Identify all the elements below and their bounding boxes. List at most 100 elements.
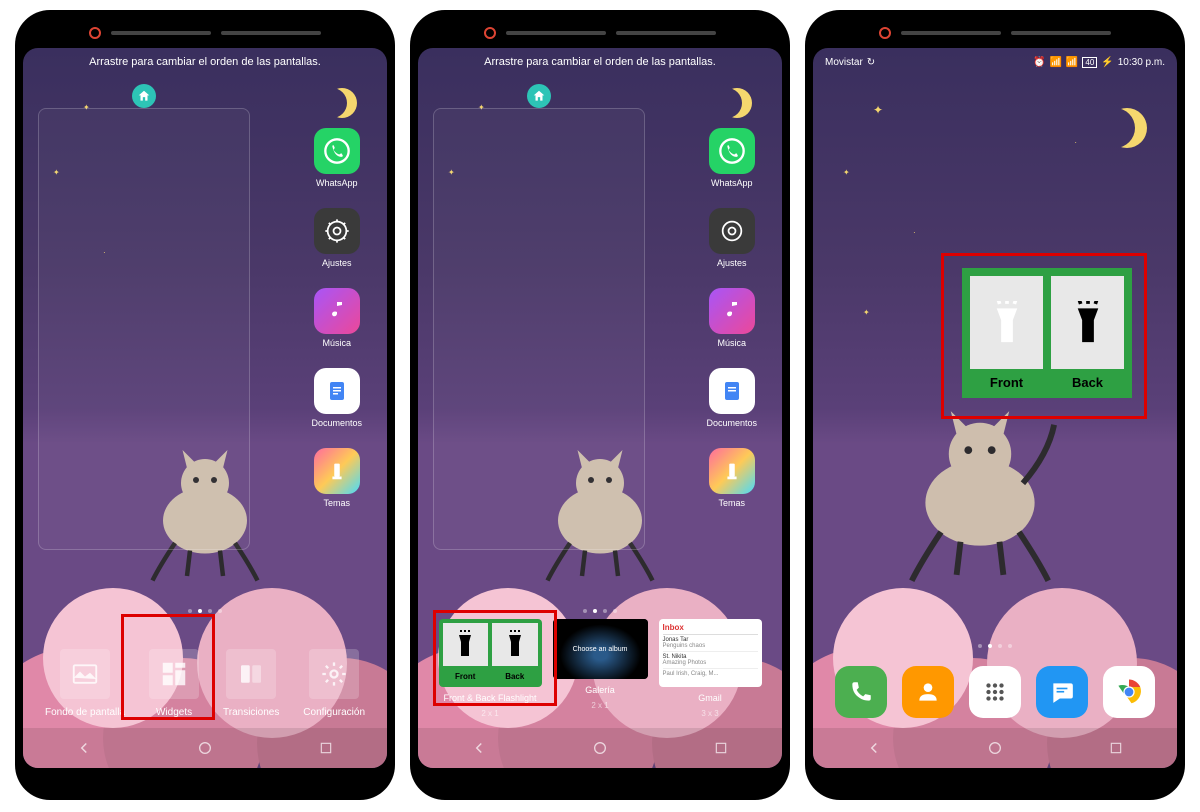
app-temas[interactable]: Temas <box>706 448 757 508</box>
flashlight-preview: Front Back <box>439 619 542 687</box>
chrome-app[interactable] <box>1103 666 1155 718</box>
app-label: Ajustes <box>717 258 747 268</box>
messages-app[interactable] <box>1036 666 1088 718</box>
alarm-icon: ⏰ <box>1033 57 1045 68</box>
nav-back-button[interactable] <box>864 738 884 758</box>
app-label: Documentos <box>706 418 757 428</box>
widget-picker: Front Back Front & Back Flashlight 2 x 1… <box>418 619 782 718</box>
nav-back-button[interactable] <box>74 738 94 758</box>
widget-gmail[interactable]: Inbox Jonas TarPenguins chaos St. Nikita… <box>659 619 762 718</box>
speaker-icon <box>1011 31 1111 35</box>
option-label: Widgets <box>156 707 192 718</box>
fl-front-label: Front <box>443 670 489 683</box>
widget-size: 2 x 1 <box>591 701 608 710</box>
phone-top <box>418 18 782 48</box>
battery-label: 40 <box>1082 57 1097 68</box>
nav-recent-button[interactable] <box>711 738 731 758</box>
status-bar: Movistar ↻ ⏰ 📶 📶 40 ⚡ 10:30 p.m. <box>813 48 1177 76</box>
app-label: Ajustes <box>322 258 352 268</box>
charging-icon: ⚡ <box>1101 57 1113 68</box>
music-icon <box>709 288 755 334</box>
app-label: Temas <box>323 498 350 508</box>
front-label: Front <box>970 375 1043 390</box>
screen-3: ✦ ✦ · · ✦ Movistar ↻ ⏰ 📶 � <box>813 48 1177 768</box>
app-musica[interactable]: Música <box>706 288 757 348</box>
app-label: WhatsApp <box>316 178 358 188</box>
app-musica[interactable]: Música <box>311 288 362 348</box>
app-whatsapp[interactable]: WhatsApp <box>706 128 757 188</box>
inbox-label: Inbox <box>663 623 758 632</box>
home-screen-preview[interactable] <box>433 108 645 550</box>
wifi-icon: 📶 <box>1049 57 1061 68</box>
camera-icon <box>89 27 101 39</box>
nav-home-button[interactable] <box>985 738 1005 758</box>
dock <box>813 666 1177 718</box>
back-flash-button[interactable] <box>1051 276 1124 369</box>
option-wallpaper[interactable]: Fondo de pantalla <box>45 649 125 718</box>
option-label: Transiciones <box>223 707 279 718</box>
content-overlay: Arrastre para cambiar el orden de las pa… <box>418 48 782 768</box>
app-drawer-button[interactable] <box>969 666 1021 718</box>
config-icon <box>309 649 359 699</box>
app-label: Música <box>717 338 746 348</box>
app-column: WhatsApp Ajustes Música Documentos Temas <box>706 128 757 508</box>
wallpaper-icon <box>60 649 110 699</box>
option-label: Configuración <box>303 707 365 718</box>
widget-name: Front & Back Flashlight <box>443 693 536 703</box>
nav-bar <box>23 728 387 768</box>
option-label: Fondo de pantalla <box>45 707 125 718</box>
gallery-text: Choose an album <box>573 646 628 653</box>
widget-name: Gmail <box>698 693 722 703</box>
nav-home-button[interactable] <box>195 738 215 758</box>
nav-recent-button[interactable] <box>316 738 336 758</box>
themes-icon <box>709 448 755 494</box>
app-documentos[interactable]: Documentos <box>706 368 757 428</box>
screen-2: ✦ ✦ Arrastre para cambiar el orden de la… <box>418 48 782 768</box>
camera-icon <box>879 27 891 39</box>
nav-recent-button[interactable] <box>1106 738 1126 758</box>
phone-top <box>813 18 1177 48</box>
widget-size: 3 x 3 <box>701 709 718 718</box>
drag-instruction: Arrastre para cambiar el orden de las pa… <box>23 56 387 68</box>
widget-name: Galería <box>585 685 615 695</box>
phone-app[interactable] <box>835 666 887 718</box>
nav-back-button[interactable] <box>469 738 489 758</box>
sync-icon: ↻ <box>867 57 875 68</box>
speaker-icon <box>616 31 716 35</box>
phone-frame-3: ✦ ✦ · · ✦ Movistar ↻ ⏰ 📶 � <box>805 10 1185 800</box>
app-label: Música <box>322 338 351 348</box>
home-indicator-icon <box>132 84 156 108</box>
front-flash-button[interactable] <box>970 276 1043 369</box>
app-temas[interactable]: Temas <box>311 448 362 508</box>
signal-icon: 📶 <box>1066 57 1078 68</box>
settings-icon <box>314 208 360 254</box>
screen-1: ✦ ✦ · Arrastre para cambiar el orden de … <box>23 48 387 768</box>
option-config[interactable]: Configuración <box>303 649 365 718</box>
app-ajustes[interactable]: Ajustes <box>311 208 362 268</box>
app-label: Temas <box>718 498 745 508</box>
home-screen-preview[interactable] <box>38 108 250 550</box>
app-label: Documentos <box>311 418 362 428</box>
option-transitions[interactable]: Transiciones <box>223 649 279 718</box>
documents-icon <box>314 368 360 414</box>
speaker-icon <box>221 31 321 35</box>
app-documentos[interactable]: Documentos <box>311 368 362 428</box>
gallery-preview: Choose an album <box>553 619 648 679</box>
music-icon <box>314 288 360 334</box>
app-ajustes[interactable]: Ajustes <box>706 208 757 268</box>
fl-back-label: Back <box>492 670 538 683</box>
app-whatsapp[interactable]: WhatsApp <box>311 128 362 188</box>
option-widgets[interactable]: Widgets <box>149 649 199 718</box>
nav-home-button[interactable] <box>590 738 610 758</box>
time-label: 10:30 p.m. <box>1118 57 1165 68</box>
launcher-options: Fondo de pantalla Widgets Transiciones <box>23 649 387 718</box>
widgets-icon <box>149 649 199 699</box>
documents-icon <box>709 368 755 414</box>
page-indicator <box>418 609 782 613</box>
widget-flashlight[interactable]: Front Back Front & Back Flashlight 2 x 1 <box>439 619 542 718</box>
carrier-label: Movistar <box>825 57 863 68</box>
nav-bar <box>418 728 782 768</box>
widget-gallery[interactable]: Choose an album Galería 2 x 1 <box>553 619 648 718</box>
contacts-app[interactable] <box>902 666 954 718</box>
flashlight-widget-placed[interactable]: Front Back <box>962 268 1132 398</box>
